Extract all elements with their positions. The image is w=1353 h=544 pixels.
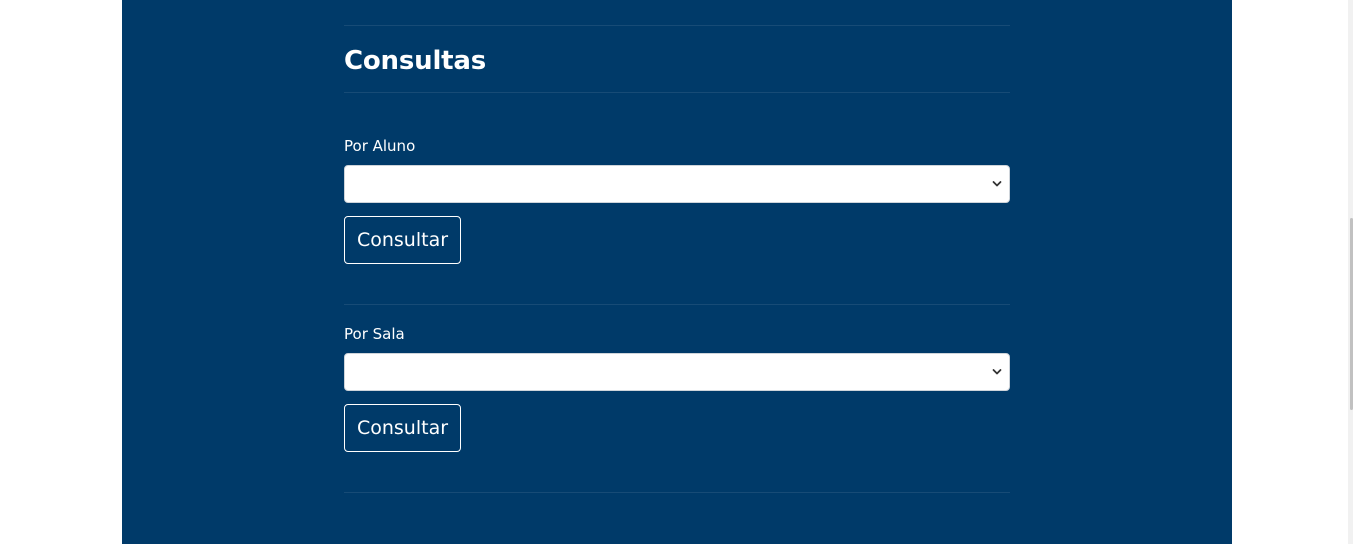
consultar-aluno-button[interactable]: Consultar [344,216,461,264]
main-panel: Consultas Por Aluno Consultar Por Sala C… [122,0,1232,544]
divider-top [344,25,1010,26]
chevron-down-icon [992,181,1002,187]
consultar-sala-button[interactable]: Consultar [344,404,461,452]
chevron-down-icon [992,369,1002,375]
divider-bottom [344,492,1010,493]
aluno-label: Por Aluno [344,137,416,155]
page: Consultas Por Aluno Consultar Por Sala C… [0,0,1353,544]
aluno-select[interactable] [344,165,1010,203]
page-title: Consultas [344,46,486,76]
sala-label: Por Sala [344,325,405,343]
divider-middle [344,304,1010,305]
divider-title [344,92,1010,93]
sala-select[interactable] [344,353,1010,391]
